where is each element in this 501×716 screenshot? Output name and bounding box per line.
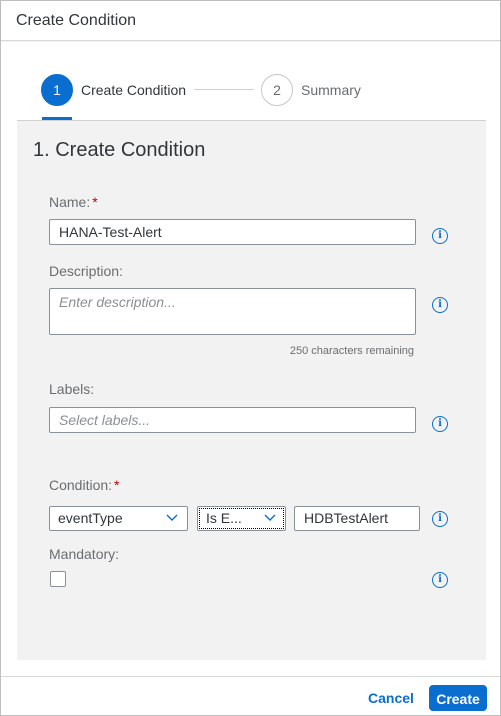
step-1-label[interactable]: Create Condition: [81, 82, 186, 98]
step-connector: [194, 89, 254, 90]
dialog-title: Create Condition: [16, 12, 137, 29]
labels-info-icon[interactable]: i: [432, 416, 448, 432]
step-1-circle[interactable]: 1: [41, 74, 73, 106]
section-title: 1. Create Condition: [33, 139, 206, 161]
step-2-label[interactable]: Summary: [301, 82, 361, 98]
step-2-circle[interactable]: 2: [261, 74, 293, 106]
required-mark: *: [92, 194, 98, 210]
description-label: Description:: [49, 263, 123, 279]
labels-label: Labels:: [49, 381, 95, 397]
create-condition-dialog: Create Condition 1 Create Condition 2 Su…: [0, 0, 501, 716]
name-input[interactable]: HANA-Test-Alert: [49, 219, 416, 245]
chevron-down-icon: [166, 514, 178, 521]
dialog-footer: Cancel Create: [1, 676, 500, 715]
name-info-icon[interactable]: i: [432, 228, 448, 244]
form-content: 1. Create Condition Name: * HANA-Test-Ale…: [17, 120, 486, 660]
create-button[interactable]: Create: [429, 685, 487, 711]
description-textarea[interactable]: Enter description...: [49, 288, 416, 335]
mandatory-checkbox[interactable]: [50, 571, 66, 587]
wizard-stepper: 1 Create Condition 2 Summary: [1, 42, 500, 120]
cancel-button[interactable]: Cancel: [363, 685, 419, 711]
dialog-header: Create Condition: [1, 1, 500, 41]
condition-label: Condition: *: [49, 477, 120, 493]
description-info-icon[interactable]: i: [432, 297, 448, 313]
condition-operator-select[interactable]: Is E...: [197, 506, 286, 531]
condition-value-input[interactable]: HDBTestAlert: [294, 506, 420, 531]
chevron-down-icon: [264, 514, 276, 521]
characters-remaining: 250 characters remaining: [289, 345, 414, 357]
mandatory-info-icon[interactable]: i: [432, 572, 448, 588]
condition-field-select[interactable]: eventType: [49, 506, 188, 531]
condition-info-icon[interactable]: i: [432, 511, 448, 527]
required-mark: *: [114, 477, 120, 493]
mandatory-label: Mandatory:: [49, 546, 120, 562]
labels-input[interactable]: Select labels...: [49, 407, 416, 433]
name-label: Name: *: [49, 194, 98, 210]
